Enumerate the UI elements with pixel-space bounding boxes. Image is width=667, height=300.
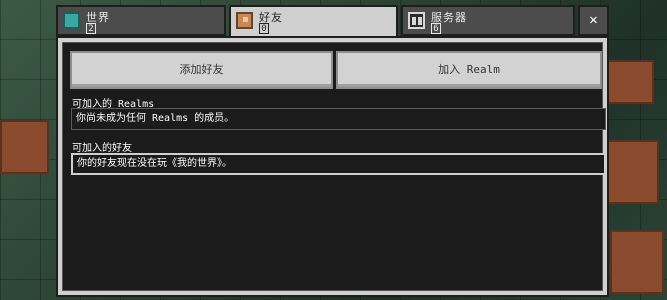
tab-servers-count: 6	[431, 23, 441, 34]
background-block	[0, 120, 49, 174]
server-icon	[408, 12, 425, 29]
close-button[interactable]: ✕	[578, 5, 609, 36]
tab-servers[interactable]: 服务器 6	[401, 5, 575, 36]
add-friend-label: 添加好友	[179, 63, 224, 76]
tab-worlds-count: 2	[86, 23, 96, 34]
join-realm-label: 加入 Realm	[438, 63, 500, 76]
close-icon: ✕	[589, 12, 598, 28]
tab-friends-count: 0	[259, 23, 269, 34]
friends-icon	[236, 12, 253, 29]
add-friend-button[interactable]: 添加好友	[70, 51, 333, 89]
globe-icon	[63, 12, 80, 29]
tab-friends[interactable]: 好友 0	[229, 5, 398, 39]
friends-panel: 添加好友 加入 Realm 可加入的 Realms 你尚未成为任何 Realms…	[56, 36, 609, 297]
tab-worlds[interactable]: 世界 2	[56, 5, 226, 36]
background-block	[610, 230, 664, 294]
friends-list-message[interactable]: 你的好友现在没在玩《我的世界》。	[71, 153, 606, 175]
join-realm-button[interactable]: 加入 Realm	[336, 51, 602, 89]
panel-content: 添加好友 加入 Realm 可加入的 Realms 你尚未成为任何 Realms…	[62, 42, 606, 291]
realms-list-message: 你尚未成为任何 Realms 的成员。	[71, 108, 606, 130]
friends-section-title: 可加入的好友	[72, 143, 132, 154]
